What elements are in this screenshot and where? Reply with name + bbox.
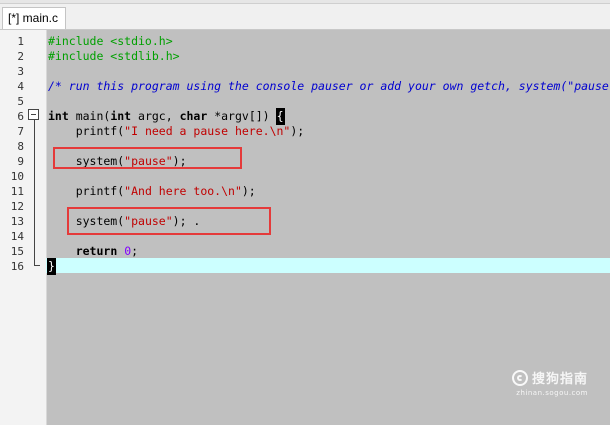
code-line-include-stdlib: #include <stdlib.h> [48, 49, 180, 63]
matched-brace-open: { [275, 108, 285, 125]
keyword: int [110, 109, 132, 123]
fold-collapse-icon[interactable] [28, 109, 39, 120]
code-line-printf-1: printf("I need a pause here.\n"); [48, 124, 305, 139]
code-text: ); [241, 184, 256, 198]
watermark: 搜狗指南 zhinan.sogou.com [511, 368, 588, 397]
code-editor[interactable]: 1 2 3 4 5 6 7 8 9 10 11 12 13 14 15 16 #… [0, 30, 610, 425]
annotation-box-pause-1 [53, 147, 242, 169]
line-number: 5 [17, 95, 24, 108]
line-number: 3 [17, 65, 24, 78]
annotation-box-pause-2 [67, 207, 271, 235]
editor-tab-bar: [*] main.c [0, 4, 610, 30]
code-text: *argv[]) [207, 109, 277, 123]
code-line-closing-brace: } [47, 258, 56, 275]
code-text: ; [131, 244, 139, 258]
line-number: 7 [17, 125, 24, 138]
line-number: 2 [17, 50, 24, 63]
line-number-gutter: 1 2 3 4 5 6 7 8 9 10 11 12 13 14 15 16 [0, 30, 47, 425]
line-number: 14 [10, 230, 24, 243]
tab-main-c[interactable]: [*] main.c [2, 7, 66, 29]
code-line-main-signature: int main(int argc, char *argv[]) { [48, 108, 285, 125]
line-number: 6 [17, 110, 24, 123]
line-number: 1 [17, 35, 24, 48]
keyword: char [179, 109, 208, 123]
line-number: 9 [17, 155, 24, 168]
matched-brace-close: } [47, 258, 56, 275]
line-number: 10 [10, 170, 24, 183]
code-text: argc, [131, 109, 180, 123]
line-number: 4 [17, 80, 24, 93]
code-text: printf( [48, 184, 125, 198]
code-text: ); [290, 124, 305, 138]
code-line-comment: /* run this program using the console pa… [48, 79, 610, 93]
fold-end-marker [34, 265, 40, 266]
watermark-url: zhinan.sogou.com [516, 389, 588, 397]
sogou-logo-icon [511, 369, 528, 386]
line-number: 16 [10, 260, 24, 273]
string-literal: "And here too.\n" [124, 184, 242, 198]
watermark-text: 搜狗指南 [531, 372, 588, 387]
fold-guide-line [34, 120, 35, 266]
line-number: 11 [10, 185, 24, 198]
line-number: 12 [10, 200, 24, 213]
keyword: int [48, 109, 69, 123]
line-number: 15 [10, 245, 24, 258]
line-number: 8 [17, 140, 24, 153]
line-number: 13 [10, 215, 24, 228]
watermark-row: 搜狗指南 [511, 368, 588, 387]
code-line-return: return 0; [48, 244, 138, 259]
ide-window: [*] main.c 1 2 3 4 5 6 7 8 9 10 11 12 13… [0, 0, 610, 425]
code-line-include-stdio: #include <stdio.h> [48, 34, 173, 48]
string-literal: "I need a pause here.\n" [124, 124, 291, 138]
keyword: return [75, 244, 118, 258]
code-line-printf-2: printf("And here too.\n"); [48, 184, 256, 199]
code-text: main( [68, 109, 111, 123]
code-text: printf( [48, 124, 125, 138]
